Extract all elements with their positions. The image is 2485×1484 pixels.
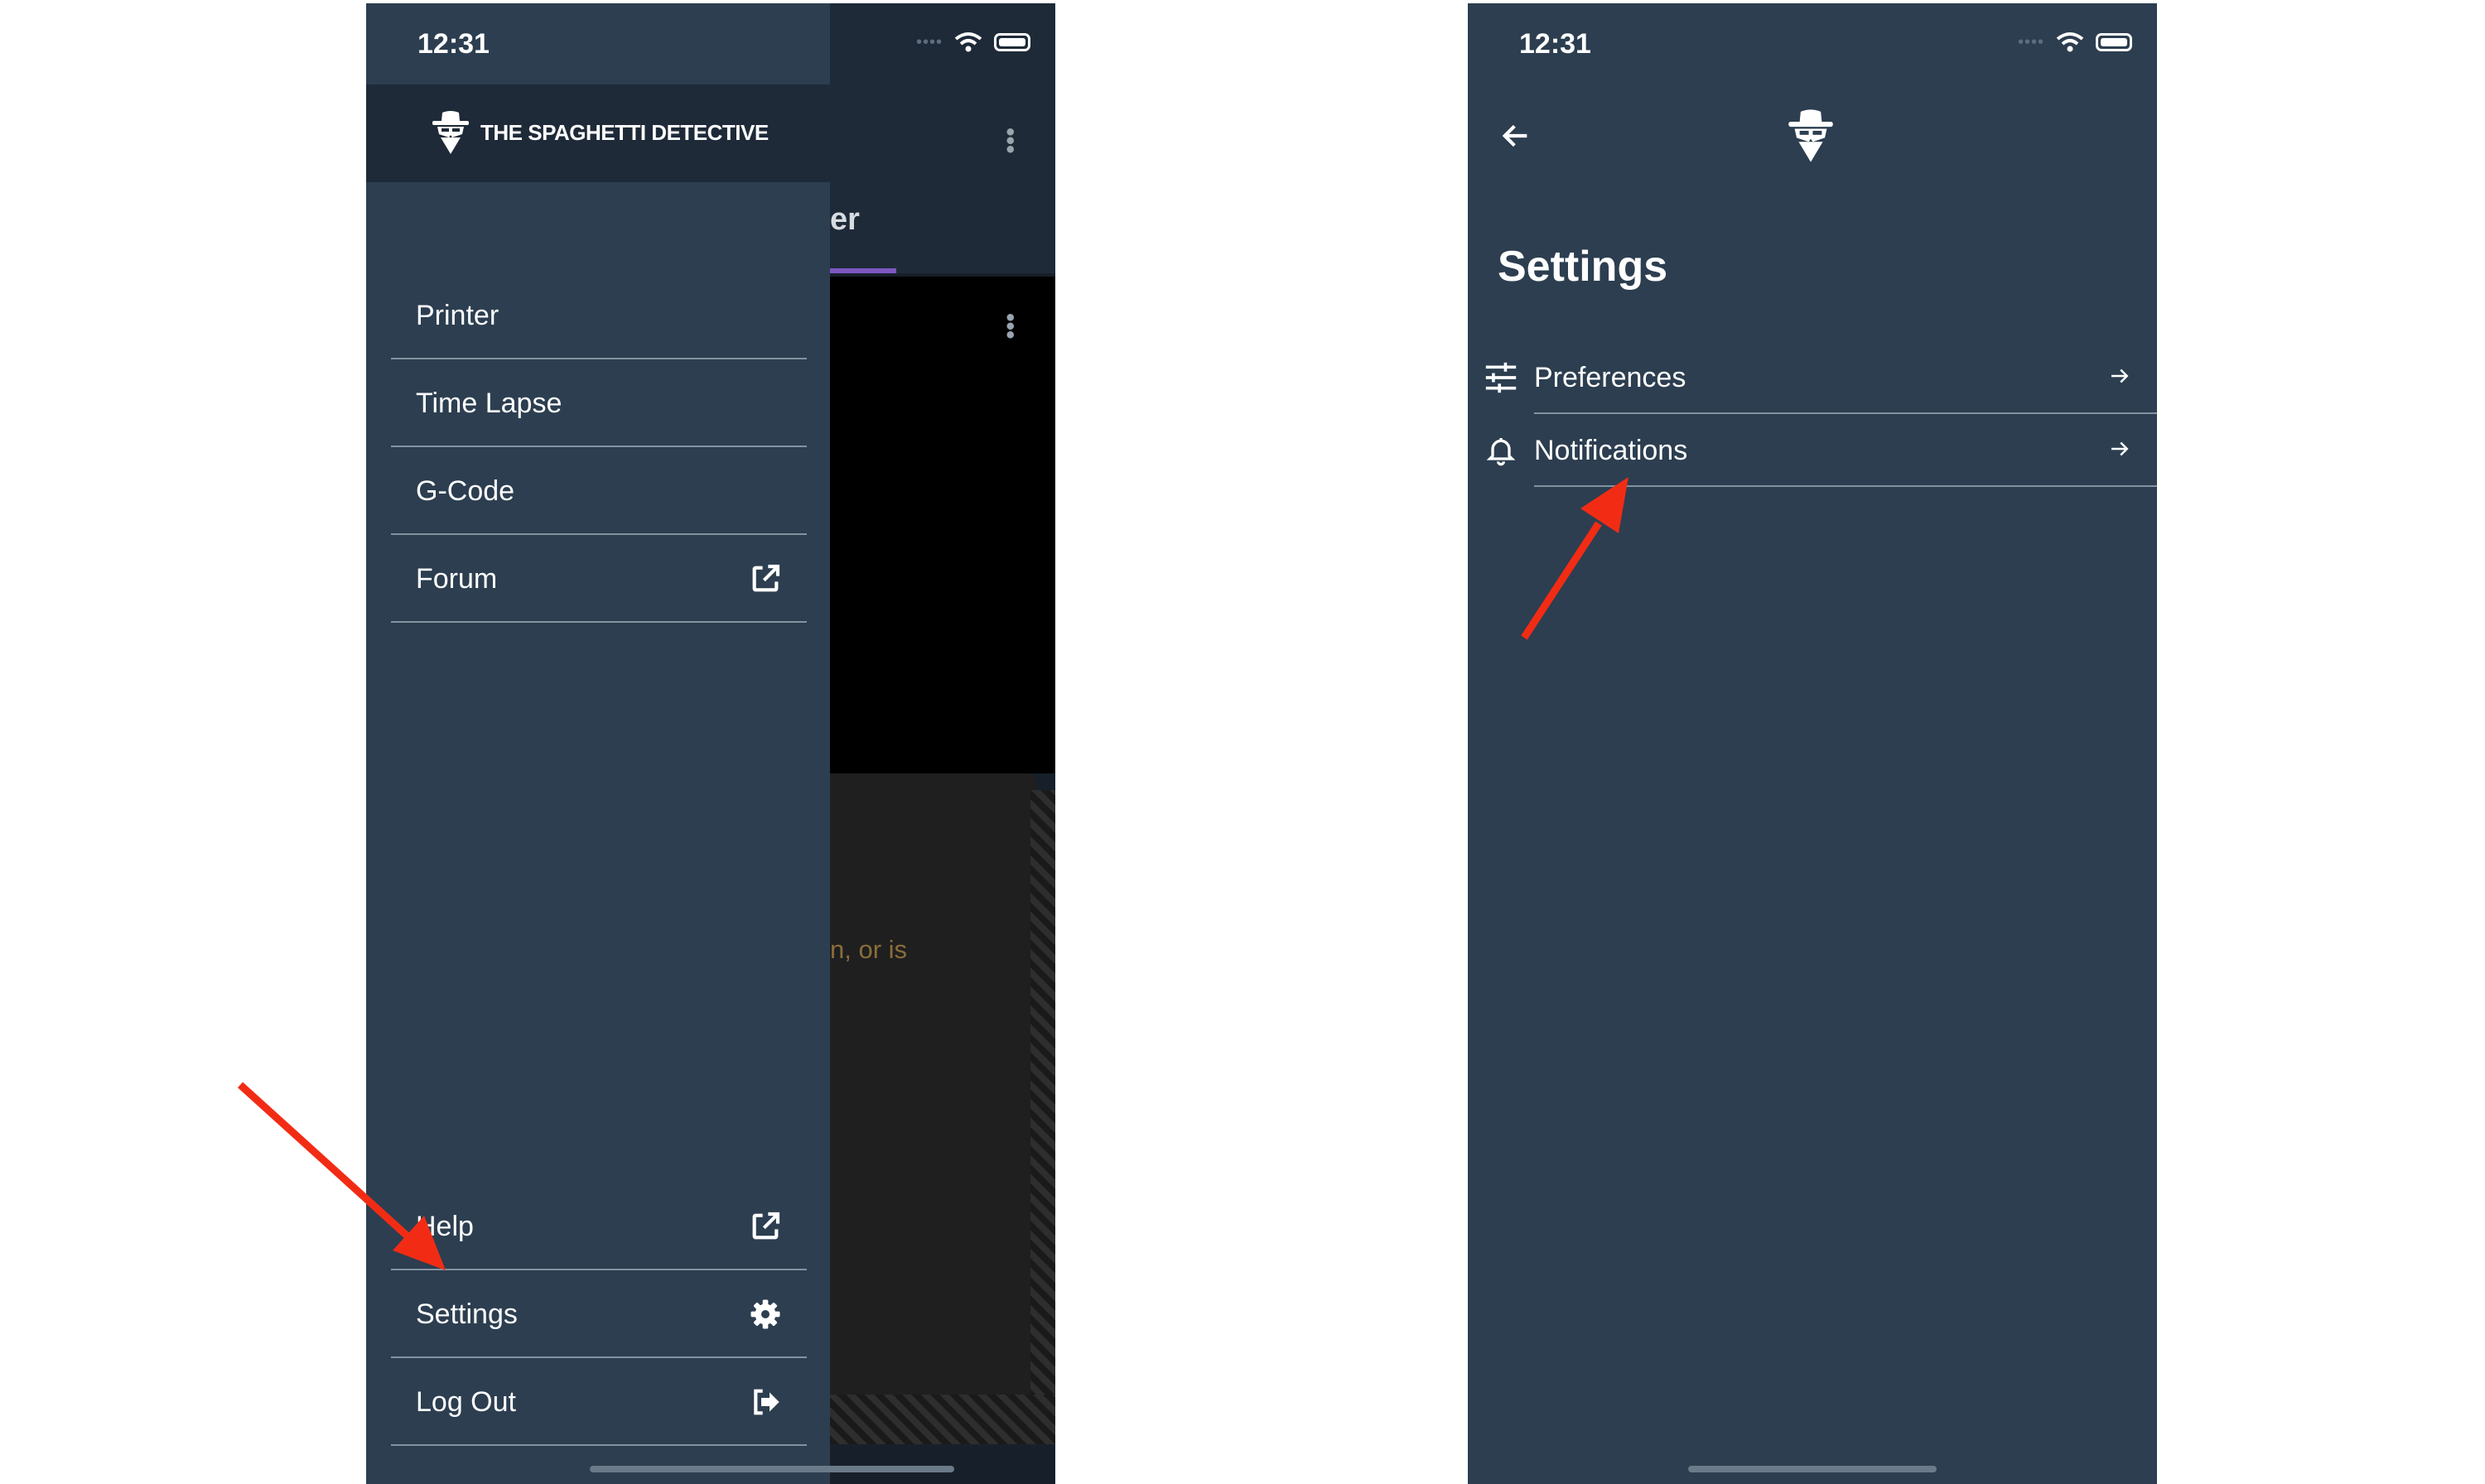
annotation-arrow xyxy=(237,1082,446,1270)
annotation-layer xyxy=(237,477,1629,1270)
annotation-arrow xyxy=(1521,477,1629,640)
